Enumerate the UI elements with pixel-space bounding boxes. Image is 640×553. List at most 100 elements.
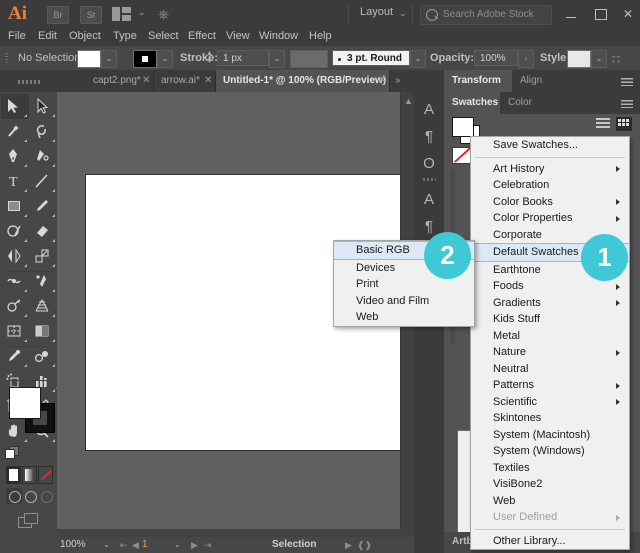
graphic-style-swatch[interactable] xyxy=(567,50,591,68)
shaper-tool[interactable] xyxy=(1,219,29,244)
menu-file[interactable]: File xyxy=(8,29,26,44)
adobe-stock-search-input[interactable]: Search Adobe Stock xyxy=(420,5,552,25)
transform-panel-menu-icon[interactable] xyxy=(621,78,633,86)
paintbrush-tool[interactable] xyxy=(29,194,57,219)
menu-item[interactable]: Skintones xyxy=(471,410,629,427)
menu-item[interactable]: System (Windows) xyxy=(471,443,629,460)
default-fill-stroke-icon[interactable] xyxy=(5,446,19,459)
menu-item[interactable]: Patterns xyxy=(471,377,629,394)
menu-item[interactable]: Web xyxy=(334,309,474,326)
type-tool[interactable]: T xyxy=(1,169,29,194)
menu-item[interactable]: Save Swatches... xyxy=(471,137,629,154)
scroll-up-icon[interactable]: ▲ xyxy=(404,96,413,106)
opacity-input[interactable]: 100% xyxy=(474,50,518,66)
rectangle-tool[interactable] xyxy=(1,194,29,219)
swatch-grid-view-icon[interactable] xyxy=(616,117,632,131)
prev-artboard-icon[interactable]: ◀ xyxy=(132,537,139,553)
menu-item[interactable]: Gradients xyxy=(471,295,629,312)
menu-type[interactable]: Type xyxy=(113,29,137,44)
eraser-tool[interactable] xyxy=(29,219,57,244)
pen-tool[interactable] xyxy=(1,144,29,169)
transform-grid-icon[interactable] xyxy=(611,54,621,64)
brush-definition-field[interactable]: 3 pt. Round xyxy=(332,50,410,66)
menu-help[interactable]: Help xyxy=(309,29,332,44)
menu-item[interactable]: Color Properties xyxy=(471,210,629,227)
rotate-tool[interactable] xyxy=(1,244,29,269)
document-tab[interactable]: Untitled-1* @ 100% (RGB/Preview) xyxy=(216,70,390,92)
none-swatch[interactable] xyxy=(452,147,471,164)
gradient-mode-button[interactable] xyxy=(22,466,37,484)
menu-item[interactable]: Video and Film xyxy=(334,293,474,310)
fill-stroke-control[interactable]: ↷ xyxy=(9,384,64,433)
menu-item[interactable]: Web xyxy=(471,493,629,510)
bridge-button[interactable]: Br xyxy=(47,6,69,24)
arrange-chevron-down-icon[interactable]: ⌄ xyxy=(138,7,146,18)
lasso-tool[interactable] xyxy=(29,119,57,144)
magic-wand-tool[interactable] xyxy=(1,119,29,144)
menu-item[interactable]: Metal xyxy=(471,328,629,345)
direct-selection-tool[interactable] xyxy=(29,94,57,119)
stroke-color-swatch[interactable] xyxy=(133,50,157,68)
layout-chevron-down-icon[interactable]: ⌄ xyxy=(399,8,407,19)
tab-swatches[interactable]: Swatches xyxy=(444,92,500,114)
next-artboard-icon[interactable]: ▶ xyxy=(191,537,198,553)
menu-window[interactable]: Window xyxy=(259,29,298,44)
tab-color[interactable]: Color xyxy=(500,92,540,114)
mesh-tool[interactable] xyxy=(1,319,29,344)
menu-item[interactable]: Nature xyxy=(471,344,629,361)
stroke-weight-chevron-down-icon[interactable]: ⌄ xyxy=(269,50,285,68)
menu-view[interactable]: View xyxy=(226,29,250,44)
menu-item[interactable]: Textiles xyxy=(471,460,629,477)
shape-builder-tool[interactable] xyxy=(1,294,29,319)
width-tool[interactable] xyxy=(1,269,29,294)
menu-effect[interactable]: Effect xyxy=(188,29,216,44)
tab-align[interactable]: Align xyxy=(512,70,554,92)
menu-item[interactable]: Other Library... xyxy=(471,533,629,550)
stock-button[interactable]: St xyxy=(80,6,102,24)
swatches-panel-menu-icon[interactable] xyxy=(621,100,633,108)
artboard-chevron-down-icon[interactable]: ⌄ xyxy=(174,540,181,549)
draw-inside-button[interactable] xyxy=(38,488,54,504)
draw-behind-button[interactable] xyxy=(22,488,38,504)
menu-item[interactable]: Art History xyxy=(471,161,629,178)
tools-panel-header[interactable] xyxy=(0,70,57,92)
fill-chevron-down-icon[interactable]: ⌄ xyxy=(101,50,117,68)
artboard-number-input[interactable]: 1 xyxy=(142,537,174,553)
perspective-grid-tool[interactable] xyxy=(29,294,57,319)
menu-edit[interactable]: Edit xyxy=(38,29,57,44)
menu-item[interactable]: VisiBone2 xyxy=(471,476,629,493)
swatch-libraries-menu[interactable]: Save Swatches... Art History Celebration Co… xyxy=(470,136,630,550)
paragraph-panel-icon[interactable]: ¶ xyxy=(414,123,444,150)
style-chevron-down-icon[interactable]: ⌄ xyxy=(591,50,607,68)
eyedropper-tool[interactable] xyxy=(1,344,29,369)
brush-chevron-down-icon[interactable]: ⌄ xyxy=(410,50,426,68)
color-mode-button[interactable] xyxy=(6,466,21,484)
stroke-chevron-down-icon[interactable]: ⌄ xyxy=(157,50,173,68)
menu-item[interactable]: User Defined xyxy=(471,509,629,526)
none-mode-button[interactable] xyxy=(38,466,53,484)
minimize-button[interactable] xyxy=(556,0,586,28)
line-segment-tool[interactable] xyxy=(29,169,57,194)
curvature-tool[interactable] xyxy=(29,144,57,169)
swatch-list-view-icon[interactable] xyxy=(596,118,610,128)
blend-tool[interactable] xyxy=(29,344,57,369)
character-styles-icon[interactable]: A xyxy=(414,186,444,213)
close-tab-icon[interactable]: ✕ xyxy=(204,70,212,92)
menu-select[interactable]: Select xyxy=(148,29,179,44)
menu-item[interactable]: System (Macintosh) xyxy=(471,427,629,444)
tab-overflow-icon[interactable]: » xyxy=(395,70,401,92)
menu-item[interactable]: Scientific xyxy=(471,394,629,411)
stroke-weight-stepper[interactable]: ▲ ▼ xyxy=(204,50,215,66)
gradient-tool[interactable] xyxy=(29,319,57,344)
character-panel-icon[interactable]: A xyxy=(414,96,444,123)
cloud-sync-icon[interactable]: ⎈ xyxy=(158,6,180,22)
menu-object[interactable]: Object xyxy=(69,29,101,44)
menu-item[interactable]: Neutral xyxy=(471,361,629,378)
fill-indicator[interactable] xyxy=(9,387,41,419)
close-button[interactable]: ✕ xyxy=(613,0,640,28)
last-artboard-icon[interactable]: ⇥ xyxy=(204,537,212,553)
first-artboard-icon[interactable]: ⇤ xyxy=(120,537,128,553)
menu-item[interactable]: Kids Stuff xyxy=(471,311,629,328)
screen-mode-icon[interactable] xyxy=(18,513,40,529)
menu-item[interactable]: Print xyxy=(334,276,474,293)
